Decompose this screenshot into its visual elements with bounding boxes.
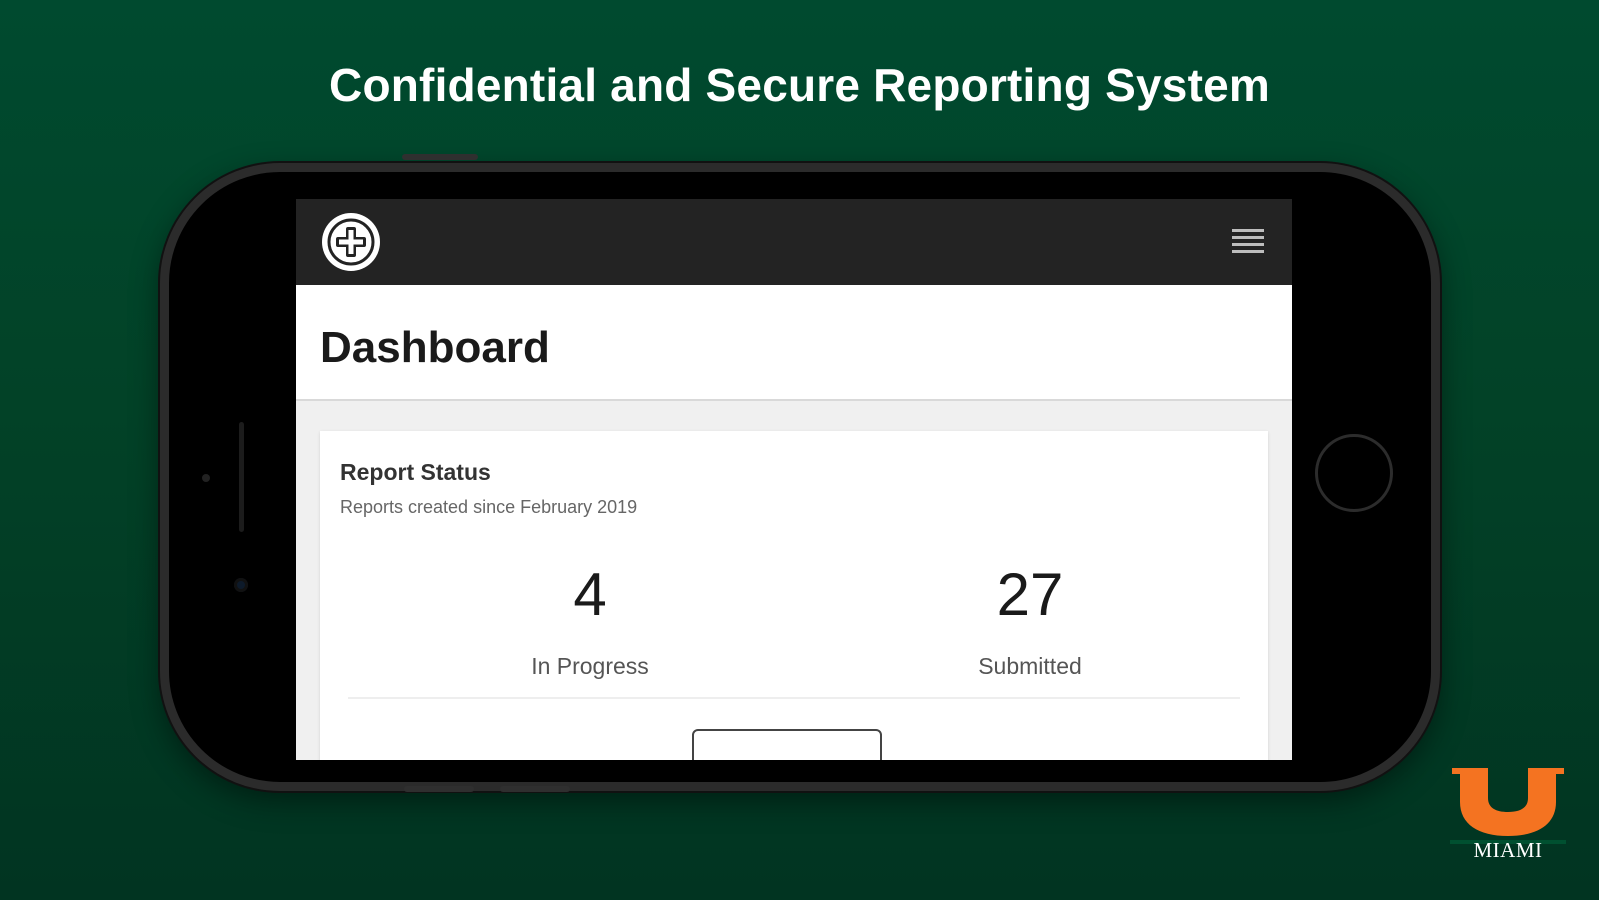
stat-label: Submitted	[978, 653, 1082, 679]
page-header: Dashboard	[296, 285, 1292, 401]
phone-side-button-2	[500, 786, 570, 792]
report-status-card: Report Status Reports created since Febr…	[320, 431, 1268, 760]
stat-value: 4	[573, 561, 607, 628]
page-title: Dashboard	[320, 323, 550, 372]
phone-sensor	[202, 474, 210, 482]
phone-volume-button	[402, 154, 478, 160]
stat-value: 27	[996, 561, 1064, 628]
card-subtitle: Reports created since February 2019	[340, 497, 638, 517]
phone-camera	[234, 578, 248, 592]
stat-submitted[interactable]: 27 Submitted	[880, 563, 1180, 680]
app-header	[296, 199, 1292, 285]
stat-label: In Progress	[531, 653, 649, 679]
plus-badge-icon[interactable]	[320, 211, 382, 273]
card-title: Report Status	[340, 459, 491, 485]
stat-in-progress[interactable]: 4 In Progress	[440, 563, 740, 680]
miami-wordmark: MIAMI	[1473, 838, 1543, 862]
phone-screen: Dashboard Report Status Reports created …	[296, 199, 1292, 760]
card-action-button[interactable]	[692, 729, 882, 760]
card-divider	[348, 697, 1240, 699]
hamburger-menu-icon[interactable]	[1232, 229, 1264, 255]
phone-home-button	[1315, 434, 1393, 512]
phone-side-button	[404, 786, 474, 792]
phone-speaker	[239, 422, 244, 532]
promo-headline: Confidential and Secure Reporting System	[329, 59, 1270, 111]
